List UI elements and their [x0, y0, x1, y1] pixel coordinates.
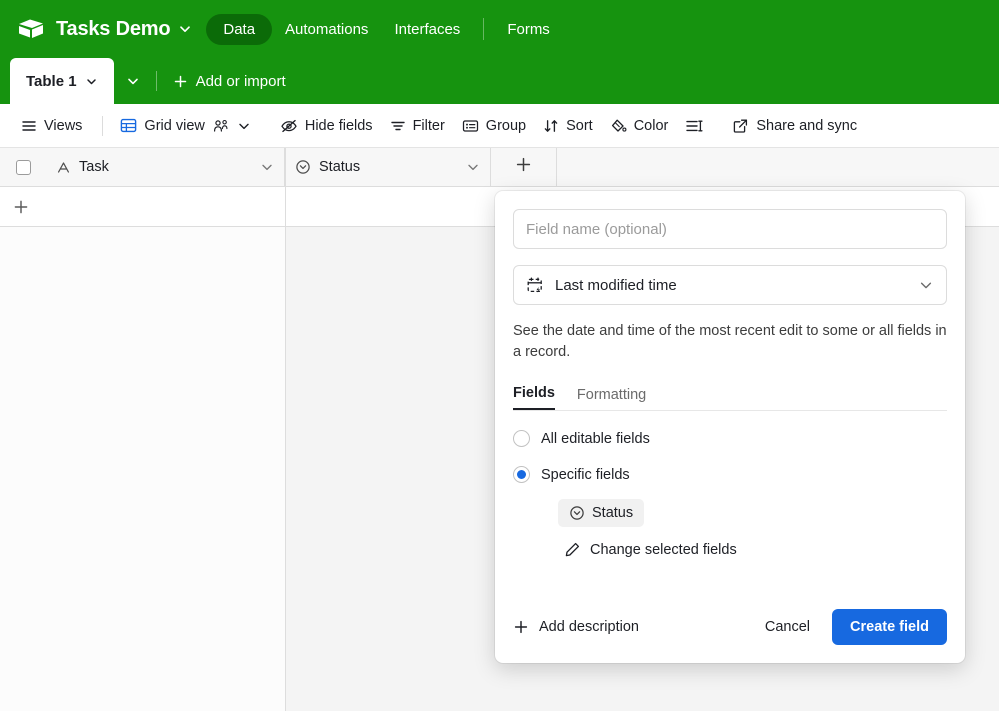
hide-fields-button[interactable]: Hide fields	[273, 112, 380, 140]
column-header-status[interactable]: Status	[285, 147, 491, 187]
group-label: Group	[485, 117, 527, 134]
grid-icon	[120, 117, 137, 134]
share-and-sync-button[interactable]: Share and sync	[725, 112, 864, 140]
nav-divider	[483, 18, 485, 40]
checkbox-icon	[15, 159, 31, 175]
chevron-down-icon[interactable]	[85, 75, 98, 88]
nav-item-forms[interactable]: Forms	[494, 14, 563, 45]
sort-button[interactable]: Sort	[536, 112, 600, 140]
view-toolbar: Views Grid view Hide fields Filter Group…	[0, 104, 999, 148]
field-type-select[interactable]: Last modified time	[513, 265, 947, 305]
row-height-button[interactable]	[678, 112, 710, 140]
field-type-value: Last modified time	[555, 276, 677, 294]
single-select-icon	[569, 505, 585, 521]
option-specific-fields-label: Specific fields	[541, 466, 630, 483]
grid-column-header-row: Task Status	[0, 147, 999, 187]
popup-footer: Add description Cancel Create field	[513, 609, 947, 645]
share-and-sync-label: Share and sync	[756, 117, 858, 134]
group-icon	[462, 118, 479, 134]
select-all-checkbox[interactable]	[0, 148, 46, 187]
hide-fields-label: Hide fields	[304, 117, 373, 134]
tab-fields[interactable]: Fields	[513, 385, 555, 410]
column-header-status-label: Status	[319, 159, 361, 175]
selected-field-chip-label: Status	[592, 505, 634, 521]
eye-slash-icon	[280, 118, 298, 134]
views-label: Views	[44, 117, 83, 134]
filter-icon	[390, 118, 406, 134]
collaborators-icon	[212, 118, 230, 134]
change-selected-fields-button[interactable]: Change selected fields	[564, 541, 947, 558]
calendar-bolt-icon	[526, 276, 545, 295]
grid-view-label: Grid view	[144, 117, 205, 134]
chevron-down-icon[interactable]	[260, 160, 274, 174]
add-or-import-button[interactable]: Add or import	[161, 58, 298, 104]
add-or-import-label: Add or import	[195, 72, 286, 90]
plus-icon	[515, 156, 532, 178]
sort-label: Sort	[566, 117, 593, 134]
add-description-button[interactable]: Add description	[513, 619, 639, 635]
table-tab-table-1[interactable]: Table 1	[10, 58, 114, 104]
sort-arrows-icon	[543, 118, 559, 134]
nav-item-data[interactable]: Data	[206, 13, 273, 45]
option-all-editable-fields[interactable]: All editable fields	[513, 430, 947, 447]
toolbar-separator	[102, 115, 104, 136]
grid-column-divider	[285, 148, 286, 711]
external-link-icon	[732, 118, 749, 134]
tab-formatting[interactable]: Formatting	[577, 387, 646, 410]
change-selected-fields-label: Change selected fields	[590, 541, 737, 558]
app-title: Tasks Demo	[56, 17, 171, 40]
plus-icon	[513, 619, 529, 635]
views-button[interactable]: Views	[14, 112, 89, 140]
grid-view-button[interactable]: Grid view	[113, 112, 257, 140]
table-tab-strip: Table 1 Add or import	[0, 58, 999, 104]
field-editor-popup: Last modified time See the date and time…	[495, 191, 965, 663]
color-button[interactable]: Color	[603, 112, 676, 140]
selected-field-chip-status[interactable]: Status	[558, 499, 645, 527]
hamburger-icon	[21, 118, 37, 134]
table-list-dropdown[interactable]	[114, 58, 152, 104]
group-button[interactable]: Group	[455, 112, 533, 140]
table-tab-label: Table 1	[26, 72, 77, 90]
column-header-task[interactable]: Task	[46, 147, 285, 187]
plus-icon[interactable]	[4, 199, 38, 215]
cancel-button[interactable]: Cancel	[751, 610, 824, 644]
column-header-task-label: Task	[79, 159, 109, 175]
radio-icon-specific-fields[interactable]	[513, 466, 530, 483]
chevron-down-icon[interactable]	[178, 22, 192, 36]
option-all-editable-fields-label: All editable fields	[541, 430, 650, 447]
chevron-down-icon[interactable]	[466, 160, 480, 174]
plus-icon	[173, 74, 188, 89]
pencil-icon	[564, 541, 581, 558]
field-name-input[interactable]	[513, 209, 947, 249]
airtable-cube-logo[interactable]	[16, 14, 46, 44]
strip-divider	[155, 71, 157, 91]
row-height-icon	[685, 118, 703, 134]
nav-item-interfaces[interactable]: Interfaces	[381, 14, 473, 45]
add-column-button[interactable]	[491, 147, 557, 187]
filter-label: Filter	[412, 117, 445, 134]
option-specific-fields[interactable]: Specific fields	[513, 466, 947, 483]
radio-icon-all-editable-fields[interactable]	[513, 430, 530, 447]
single-select-icon	[295, 159, 311, 175]
nav-item-automations[interactable]: Automations	[272, 14, 381, 45]
grid-empty-body-left	[0, 227, 285, 711]
add-description-label: Add description	[539, 619, 639, 635]
color-label: Color	[633, 117, 669, 134]
filter-button[interactable]: Filter	[383, 112, 452, 140]
popup-tab-bar: Fields Formatting	[513, 381, 947, 411]
chevron-down-icon[interactable]	[237, 119, 251, 133]
selected-fields-list: Status	[558, 499, 947, 527]
top-brand-bar: Tasks Demo Data Automations Interfaces F…	[0, 0, 999, 58]
text-field-icon	[56, 160, 71, 175]
create-field-button[interactable]: Create field	[832, 609, 947, 645]
field-type-description: See the date and time of the most recent…	[513, 323, 947, 360]
paint-bucket-icon	[610, 118, 627, 134]
chevron-down-icon[interactable]	[918, 277, 934, 293]
